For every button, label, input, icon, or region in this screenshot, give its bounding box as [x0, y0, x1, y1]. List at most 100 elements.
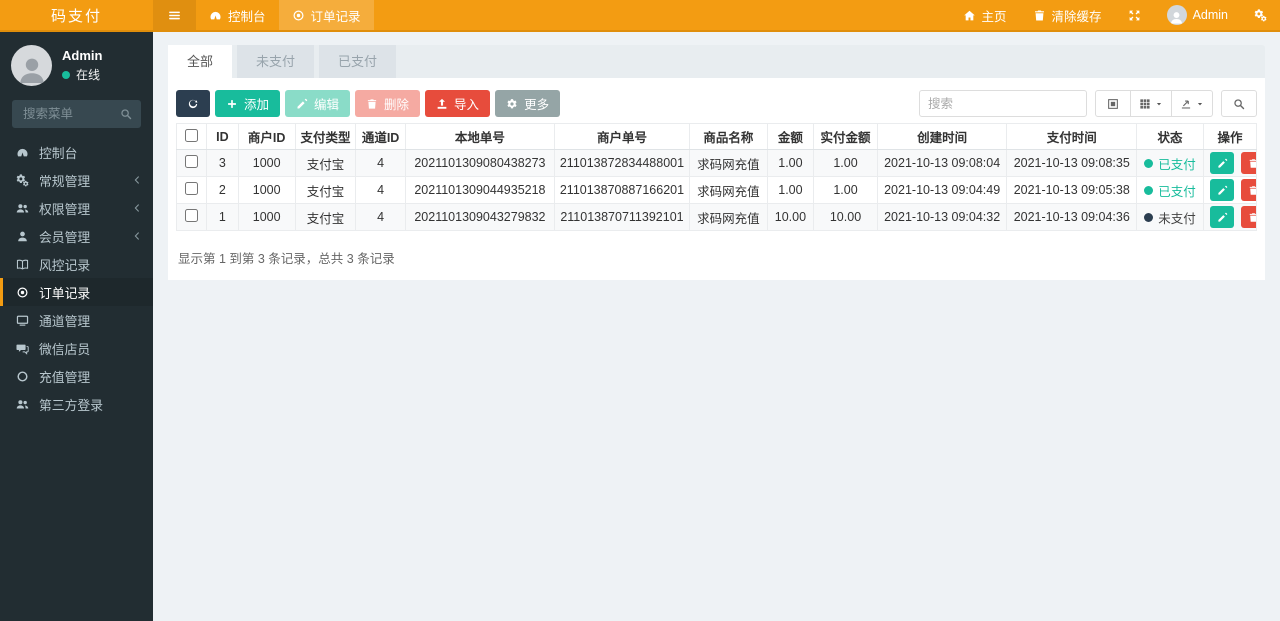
filter-tab[interactable]: 全部 [168, 45, 233, 78]
sidebar-item-label: 常规管理 [39, 173, 91, 189]
dashboard-icon [209, 9, 222, 22]
column-header[interactable]: 支付类型 [294, 123, 357, 150]
circle-icon [15, 370, 30, 383]
topnav-item[interactable]: 订单记录 [278, 0, 374, 30]
topnav-item[interactable]: 控制台 [196, 0, 279, 30]
status-label: 已支付 [1158, 184, 1196, 199]
column-header[interactable]: 实付金额 [813, 123, 878, 150]
filter-tab[interactable]: 未支付 [237, 45, 315, 78]
clear-cache-label: 清除缓存 [1051, 9, 1102, 24]
table-row: 3 1000 支付宝 4 2021101309080438273 211013872834… [175, 149, 1257, 177]
toggle-card-view-button[interactable] [1095, 90, 1131, 117]
delete-row-button[interactable] [1241, 152, 1256, 174]
column-header[interactable]: 支付时间 [1006, 123, 1138, 150]
sidebar-toggle-button[interactable] [153, 0, 196, 30]
chevron-left-icon [132, 175, 142, 185]
column-header[interactable]: 商品名称 [688, 123, 768, 150]
topnav-item-label: 订单记录 [310, 9, 361, 24]
pencil-icon [1217, 158, 1228, 169]
column-header[interactable]: ID [206, 123, 239, 150]
topbar: 码支付 控制台 订单记录 主页 清除缓存 Admin [0, 0, 1280, 32]
user-menu[interactable]: Admin [1154, 0, 1241, 30]
column-header[interactable]: 操作 [1203, 123, 1257, 150]
table-cell: 求码网充值 [688, 203, 768, 231]
search-icon[interactable] [120, 108, 132, 120]
column-header[interactable]: 状态 [1136, 123, 1204, 150]
table-cell: 4 [355, 149, 406, 177]
sidebar-item-label: 会员管理 [39, 229, 91, 245]
more-button[interactable]: 更多 [495, 90, 561, 117]
button-label: 删除 [384, 98, 410, 112]
sidebar-item-label: 风控记录 [39, 257, 91, 273]
sidebar-item-label: 充值管理 [39, 369, 91, 385]
table-cell: 2021-10-13 09:08:35 [1006, 149, 1138, 177]
export-button[interactable] [1172, 90, 1213, 117]
fullscreen-button[interactable] [1115, 0, 1154, 30]
orders-table: ID 商户ID 支付类型 通道ID 本地单号 商户单号 商品名称 金额 实付金额 创建时间 支付时间… [175, 123, 1257, 231]
edit-button[interactable]: 编辑 [285, 90, 351, 117]
edit-row-button[interactable] [1210, 206, 1234, 228]
sidebar-item[interactable]: 权限管理 [0, 194, 153, 222]
button-label: 导入 [454, 98, 480, 112]
actions-cell [1203, 203, 1257, 231]
search-button[interactable] [1221, 90, 1257, 117]
table-cell: 1000 [237, 176, 296, 204]
table-cell: 2021101309043279832 [404, 203, 555, 231]
sidebar-item-label: 第三方登录 [39, 397, 103, 413]
column-header[interactable]: 金额 [766, 123, 815, 150]
sidebar-item[interactable]: 微信店员 [0, 334, 153, 362]
sidebar-item[interactable]: 常规管理 [0, 166, 153, 194]
view-buttons-group [1095, 90, 1213, 117]
filter-tab[interactable]: 已支付 [319, 45, 397, 78]
button-label: 编辑 [314, 98, 340, 112]
table-cell: 211013870711392101 [553, 203, 690, 231]
table-cell: 3 [206, 149, 239, 177]
sidebar-item[interactable]: 通道管理 [0, 306, 153, 334]
trash-icon [366, 98, 378, 110]
delete-button[interactable]: 删除 [355, 90, 421, 117]
refresh-button[interactable] [176, 90, 210, 117]
edit-row-button[interactable] [1210, 179, 1234, 201]
sidebar-item[interactable]: 第三方登录 [0, 390, 153, 418]
pencil-icon [1217, 185, 1228, 196]
users-icon [15, 398, 30, 411]
table-toolbar: 添加 编辑 删除 导入 更多 [176, 90, 1257, 117]
import-button[interactable]: 导入 [425, 90, 491, 117]
column-header[interactable]: 商户ID [237, 123, 296, 150]
delete-row-button[interactable] [1241, 179, 1256, 201]
sidebar-item[interactable]: 订单记录 [0, 278, 153, 306]
column-header[interactable]: 通道ID [355, 123, 406, 150]
sidebar-item[interactable]: 风控记录 [0, 250, 153, 278]
circle-dot-icon [292, 9, 305, 22]
column-header[interactable]: 商户单号 [553, 123, 690, 150]
sidebar-item[interactable]: 会员管理 [0, 222, 153, 250]
table-cell: 2021-10-13 09:04:49 [876, 176, 1008, 204]
pencil-icon [1217, 212, 1228, 223]
column-header[interactable]: 本地单号 [404, 123, 555, 150]
settings-button[interactable] [1241, 0, 1280, 30]
status-dot-icon [1144, 158, 1154, 168]
refresh-icon [187, 98, 199, 110]
status-dot-icon [1144, 212, 1154, 222]
plus-icon [226, 98, 238, 110]
table-search-input[interactable] [919, 90, 1087, 117]
add-button[interactable]: 添加 [215, 90, 281, 117]
column-header[interactable]: 创建时间 [876, 123, 1008, 150]
sidebar-item[interactable]: 充值管理 [0, 362, 153, 390]
edit-row-button[interactable] [1210, 152, 1234, 174]
comments-icon [15, 342, 30, 355]
columns-button[interactable] [1131, 90, 1172, 117]
row-checkbox[interactable] [185, 182, 199, 195]
delete-row-button[interactable] [1241, 206, 1256, 228]
clear-cache-button[interactable]: 清除缓存 [1020, 0, 1115, 30]
select-all-checkbox[interactable] [185, 128, 199, 142]
row-checkbox[interactable] [185, 155, 199, 168]
table-cell: 支付宝 [294, 176, 357, 204]
app-logo[interactable]: 码支付 [0, 0, 153, 30]
home-link[interactable]: 主页 [950, 0, 1020, 30]
topbar-right: 主页 清除缓存 Admin [950, 0, 1280, 30]
row-checkbox[interactable] [185, 209, 199, 222]
topbar-nav: 控制台 订单记录 [153, 0, 950, 30]
trash-icon [1248, 158, 1256, 169]
sidebar-item[interactable]: 控制台 [0, 138, 153, 166]
